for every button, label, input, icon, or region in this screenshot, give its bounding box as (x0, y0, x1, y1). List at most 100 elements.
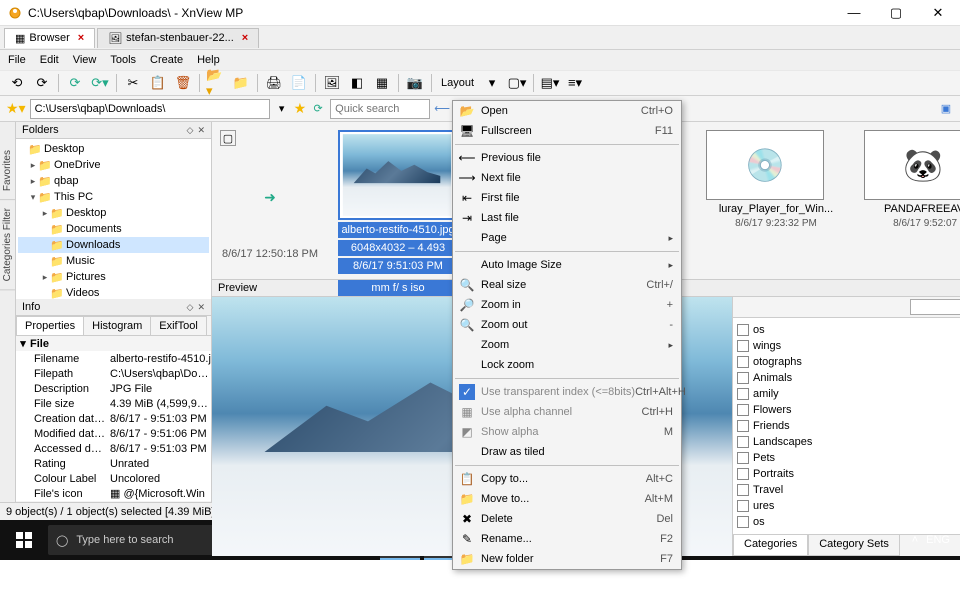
side-tab[interactable]: Categories Filter (0, 200, 15, 290)
document-icon[interactable]: 📄 (288, 72, 310, 94)
menu-item[interactable]: ⇥Last file (453, 208, 681, 228)
tray-lang[interactable]: ENG (926, 534, 950, 546)
maximize-button[interactable]: ▢ (882, 5, 910, 21)
menu-item[interactable]: 🖥FullscreenF11 (453, 121, 681, 141)
go-icon[interactable]: ⟳ (310, 101, 326, 117)
info-tab[interactable]: Histogram (83, 316, 151, 335)
layout-label[interactable]: Layout (437, 77, 478, 89)
delete-icon[interactable]: 🗑 (172, 72, 194, 94)
nav-back-icon[interactable]: ⟵ (434, 101, 450, 117)
category-item[interactable]: Flowers (737, 402, 960, 418)
thumbnails-icon[interactable]: ▤▾ (539, 72, 561, 94)
checkbox-icon[interactable] (737, 340, 749, 352)
compare-icon[interactable]: ◧ (346, 72, 368, 94)
category-item[interactable]: os (737, 514, 960, 530)
folders-undock-icon[interactable]: ◇ (187, 125, 194, 136)
document-tab[interactable]: 🖼 stefan-stenbauer-22...× (97, 28, 259, 48)
folder-item[interactable]: 📁Desktop (18, 141, 209, 157)
menu-item[interactable]: ⟵Previous file (453, 148, 681, 168)
folder-item[interactable]: 📁Videos (18, 285, 209, 299)
path-input[interactable] (30, 99, 270, 119)
check-icon[interactable]: ▢ (220, 130, 236, 146)
batch-icon[interactable]: ▦ (371, 72, 393, 94)
folders-close-icon[interactable]: ✕ (197, 125, 205, 136)
categories-list[interactable]: oswingsotographsAnimalsamilyFlowersFrien… (733, 318, 960, 534)
print-icon[interactable]: 🖨 (263, 72, 285, 94)
menu-item[interactable]: ✎Rename...F2 (453, 529, 681, 549)
minimize-button[interactable]: — (840, 5, 868, 21)
folder-item[interactable]: 📁Music (18, 253, 209, 269)
category-item[interactable]: otographs (737, 354, 960, 370)
folder-item[interactable]: 📁Downloads (18, 237, 209, 253)
folder-item[interactable]: ▸📁Pictures (18, 269, 209, 285)
checkbox-icon[interactable] (737, 324, 749, 336)
category-item[interactable]: wings (737, 338, 960, 354)
category-item[interactable]: Travel (737, 482, 960, 498)
menu-item[interactable]: 📁New folderF7 (453, 549, 681, 569)
menu-item[interactable]: Zoom▸ (453, 335, 681, 355)
panel-collapse-icon[interactable]: ▣ (938, 101, 954, 117)
copy-icon[interactable]: 📋 (147, 72, 169, 94)
folder-item[interactable]: ▾📁This PC (18, 189, 209, 205)
info-tab[interactable]: ExifTool (150, 316, 207, 335)
cut-icon[interactable]: ✂ (122, 72, 144, 94)
checkbox-icon[interactable] (737, 420, 749, 432)
folders-tree[interactable]: 📁Desktop▸📁OneDrive▸📁qbap▾📁This PC▸📁Deskt… (16, 139, 211, 299)
tree-arrow-icon[interactable]: ▸ (40, 272, 50, 283)
menu-edit[interactable]: Edit (40, 54, 59, 66)
tree-arrow-icon[interactable]: ▸ (28, 176, 38, 187)
sort-icon[interactable]: ≡▾ (564, 72, 586, 94)
tree-arrow-icon[interactable]: ▸ (28, 160, 38, 171)
category-item[interactable]: Landscapes (737, 434, 960, 450)
thumbnail-card[interactable]: 🐼PANDAFREEAV.exe8/6/17 9:52:07 PM (864, 130, 960, 271)
system-tray[interactable]: ˄ ENG (912, 534, 956, 546)
folder-item[interactable]: ▸📁qbap (18, 173, 209, 189)
refresh-icon[interactable]: ⟳ (64, 72, 86, 94)
info-undock-icon[interactable]: ◇ (187, 302, 194, 313)
category-item[interactable]: Pets (737, 450, 960, 466)
open-folder-icon[interactable]: 📂▾ (205, 72, 227, 94)
thumbnail-card[interactable]: alberto-restifo-4510.jpg6048x4032 – 4.49… (338, 130, 458, 271)
info-close-icon[interactable]: ✕ (197, 302, 205, 313)
menu-item[interactable]: ✖DeleteDel (453, 509, 681, 529)
checkbox-icon[interactable] (737, 468, 749, 480)
thumb-icon[interactable]: 💿 (706, 130, 824, 200)
menu-item[interactable]: Page▸ (453, 228, 681, 248)
menu-item[interactable]: 📂OpenCtrl+O (453, 101, 681, 121)
tree-collapse-icon[interactable]: ▾ (16, 337, 30, 350)
category-item[interactable]: ures (737, 498, 960, 514)
menu-item[interactable]: 🔎Zoom in+ (453, 295, 681, 315)
images-icon[interactable]: 🖼 (321, 72, 343, 94)
category-tab[interactable]: Category Sets (808, 535, 900, 556)
panel-icon[interactable]: ▢▾ (506, 72, 528, 94)
quick-search-input[interactable] (330, 99, 430, 119)
menu-view[interactable]: View (73, 54, 97, 66)
category-item[interactable]: Portraits (737, 466, 960, 482)
close-button[interactable]: ✕ (924, 5, 952, 21)
properties-list[interactable]: ▾FileFilenamealberto-restifo-4510.jFilep… (16, 336, 211, 502)
tree-arrow-icon[interactable]: ▸ (40, 208, 50, 219)
menu-item[interactable]: 🔍Zoom out- (453, 315, 681, 335)
document-tab[interactable]: ▦ Browser× (4, 28, 95, 48)
folder-item[interactable]: ▸📁Desktop (18, 205, 209, 221)
menu-item[interactable]: 📋Copy to...Alt+C (453, 469, 681, 489)
folder-icon[interactable]: 📁 (230, 72, 252, 94)
menu-item[interactable]: Auto Image Size▸ (453, 255, 681, 275)
menu-item[interactable]: ⇤First file (453, 188, 681, 208)
checkbox-icon[interactable] (737, 452, 749, 464)
menu-item[interactable]: Lock zoom (453, 355, 681, 375)
camera-icon[interactable]: 📷 (404, 72, 426, 94)
checkbox-icon[interactable] (737, 356, 749, 368)
tree-arrow-icon[interactable]: ▾ (28, 192, 38, 203)
tray-chevron-icon[interactable]: ˄ (912, 534, 918, 546)
tab-close-icon[interactable]: × (242, 32, 248, 44)
checkbox-icon[interactable] (737, 372, 749, 384)
info-tab[interactable]: Properties (16, 316, 84, 335)
menu-file[interactable]: File (8, 54, 26, 66)
category-item[interactable]: Animals (737, 370, 960, 386)
path-dropdown-icon[interactable]: ▾ (274, 101, 290, 117)
favorite-star-icon[interactable]: ★▾ (6, 100, 26, 117)
thumbnail-card[interactable]: 💿luray_Player_for_Win...8/6/17 9:23:32 P… (706, 130, 846, 271)
checkbox-icon[interactable] (737, 388, 749, 400)
menu-help[interactable]: Help (197, 54, 220, 66)
